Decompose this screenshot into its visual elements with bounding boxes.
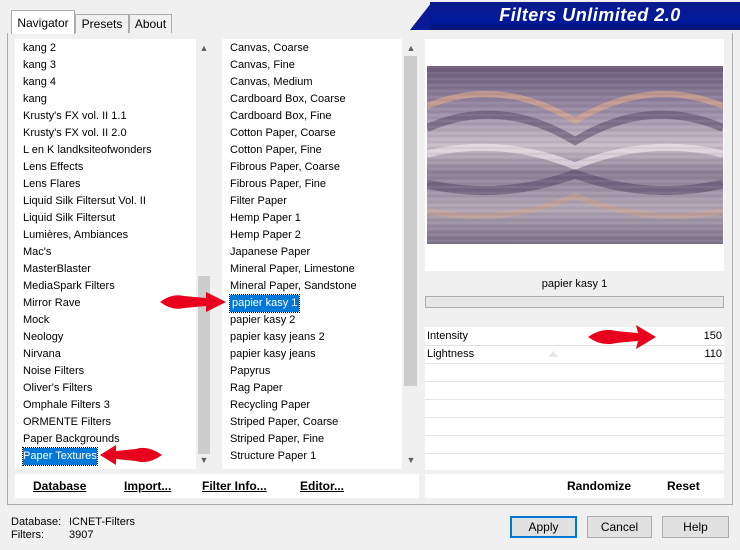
row-divider [425, 435, 724, 436]
list-item[interactable]: kang 2 [23, 40, 56, 57]
banner-edge [410, 2, 432, 30]
tab-about[interactable]: About [129, 14, 172, 33]
list-item[interactable]: ORMENTE Filters [23, 414, 111, 431]
filter-list[interactable]: Canvas, Coarse Canvas, Fine Canvas, Medium… [222, 39, 419, 469]
list-item[interactable]: Hemp Paper 2 [230, 227, 301, 244]
slider-marker-icon [548, 351, 558, 357]
chevron-up-icon[interactable]: ▲ [197, 41, 211, 55]
list-item[interactable]: Cotton Paper, Coarse [230, 125, 336, 142]
param-value: 150 [703, 330, 722, 342]
list-item[interactable]: L en K landksiteofwonders [23, 142, 152, 159]
chevron-down-icon[interactable]: ▼ [404, 453, 418, 467]
filters-count-value: 3907 [69, 529, 94, 541]
apply-button[interactable]: Apply [510, 516, 577, 538]
list-item[interactable]: Japanese Paper [230, 244, 310, 261]
list-item[interactable]: Lumières, Ambiances [23, 227, 128, 244]
tab-navigator[interactable]: Navigator [11, 10, 75, 34]
database-button[interactable]: Database [33, 478, 86, 495]
param-row-lightness[interactable]: Lightness 110 [425, 346, 724, 363]
filter-name-label: papier kasy 1 [425, 273, 724, 295]
list-item[interactable]: Nirvana [23, 346, 61, 363]
banner-title: Filters Unlimited 2.0 [499, 5, 681, 25]
list-item[interactable]: Krusty's FX vol. II 1.1 [23, 108, 127, 125]
list-item[interactable]: Filter Paper [230, 193, 287, 210]
row-divider [425, 363, 724, 364]
list-item[interactable]: Structure Paper 1 [230, 448, 316, 465]
row-divider [425, 381, 724, 382]
preview-image [427, 66, 723, 244]
randomize-button[interactable]: Randomize [567, 478, 631, 495]
editor-button[interactable]: Editor... [300, 478, 344, 495]
filters-count-label: Filters: [11, 529, 44, 541]
list-item[interactable]: Neology [23, 329, 63, 346]
list-item[interactable]: Omphale Filters 3 [23, 397, 110, 414]
list-item[interactable]: Liquid Silk Filtersut Vol. II [23, 193, 146, 210]
row-divider [425, 399, 724, 400]
list-item[interactable]: Lens Flares [23, 176, 80, 193]
list-item[interactable]: Fibrous Paper, Coarse [230, 159, 340, 176]
list-item[interactable]: Mirror Rave [23, 295, 80, 312]
list-item[interactable]: Fibrous Paper, Fine [230, 176, 326, 193]
filter-scroll-thumb[interactable] [404, 56, 417, 386]
list-item[interactable]: Canvas, Medium [230, 74, 313, 91]
list-item[interactable]: Paper Textures [22, 447, 98, 466]
list-item[interactable]: kang 4 [23, 74, 56, 91]
cancel-button[interactable]: Cancel [587, 516, 652, 538]
red-arrow-icon [100, 445, 162, 465]
category-scrollbar[interactable]: ▲ ▼ [196, 39, 212, 469]
filter-info-button[interactable]: Filter Info... [202, 478, 267, 495]
param-value: 110 [704, 348, 722, 360]
list-item[interactable]: Noise Filters [23, 363, 84, 380]
param-label: Lightness [427, 348, 475, 360]
list-item[interactable]: Oliver's Filters [23, 380, 92, 397]
chevron-up-icon[interactable]: ▲ [404, 41, 418, 55]
list-item[interactable]: papier kasy jeans [230, 346, 316, 363]
list-item[interactable]: Mineral Paper, Sandstone [230, 278, 357, 295]
list-item[interactable]: Canvas, Coarse [230, 40, 309, 57]
database-value: ICNET-Filters [69, 516, 135, 528]
list-item[interactable]: Papyrus [230, 363, 270, 380]
list-item[interactable]: MediaSpark Filters [23, 278, 115, 295]
category-list[interactable]: kang 2 kang 3 kang 4 kang Krusty's FX vol. I… [15, 39, 212, 469]
list-item[interactable]: kang 3 [23, 57, 56, 74]
list-item[interactable]: Mock [23, 312, 49, 329]
list-item[interactable]: papier kasy 2 [230, 312, 295, 329]
list-item[interactable]: Cotton Paper, Fine [230, 142, 322, 159]
reset-button[interactable]: Reset [667, 478, 700, 495]
list-item[interactable]: Hemp Paper 1 [230, 210, 301, 227]
param-label: Intensity [427, 330, 468, 342]
list-item[interactable]: Cardboard Box, Fine [230, 108, 332, 125]
list-item[interactable]: Recycling Paper [230, 397, 310, 414]
list-item[interactable]: Krusty's FX vol. II 2.0 [23, 125, 127, 142]
list-item[interactable]: papier kasy 1 [228, 294, 301, 313]
import-button[interactable]: Import... [124, 478, 171, 495]
param-row-intensity[interactable]: Intensity 150 [425, 328, 724, 345]
database-label: Database: [11, 516, 62, 528]
list-item[interactable]: Rag Paper [230, 380, 283, 397]
row-divider [425, 417, 724, 418]
list-item[interactable]: Lens Effects [23, 159, 83, 176]
list-item[interactable]: MasterBlaster [23, 261, 91, 278]
filter-scrollbar[interactable]: ▲ ▼ [402, 39, 419, 469]
help-button[interactable]: Help [662, 516, 729, 538]
list-item[interactable]: kang [23, 91, 47, 108]
red-arrow-icon [160, 292, 226, 312]
red-arrow-icon [588, 325, 656, 349]
chevron-down-icon[interactable]: ▼ [197, 453, 211, 467]
list-item[interactable]: Cardboard Box, Coarse [230, 91, 346, 108]
list-item[interactable]: Striped Paper, Coarse [230, 414, 338, 431]
row-divider [425, 453, 724, 454]
list-item[interactable]: papier kasy jeans 2 [230, 329, 325, 346]
list-item[interactable]: Canvas, Fine [230, 57, 295, 74]
list-item[interactable]: Mac's [23, 244, 51, 261]
tab-presets[interactable]: Presets [75, 14, 129, 33]
list-item[interactable]: Liquid Silk Filtersut [23, 210, 115, 227]
list-item[interactable]: Striped Paper, Fine [230, 431, 324, 448]
list-item[interactable]: Mineral Paper, Limestone [230, 261, 355, 278]
filter-progress-bar [425, 296, 724, 308]
